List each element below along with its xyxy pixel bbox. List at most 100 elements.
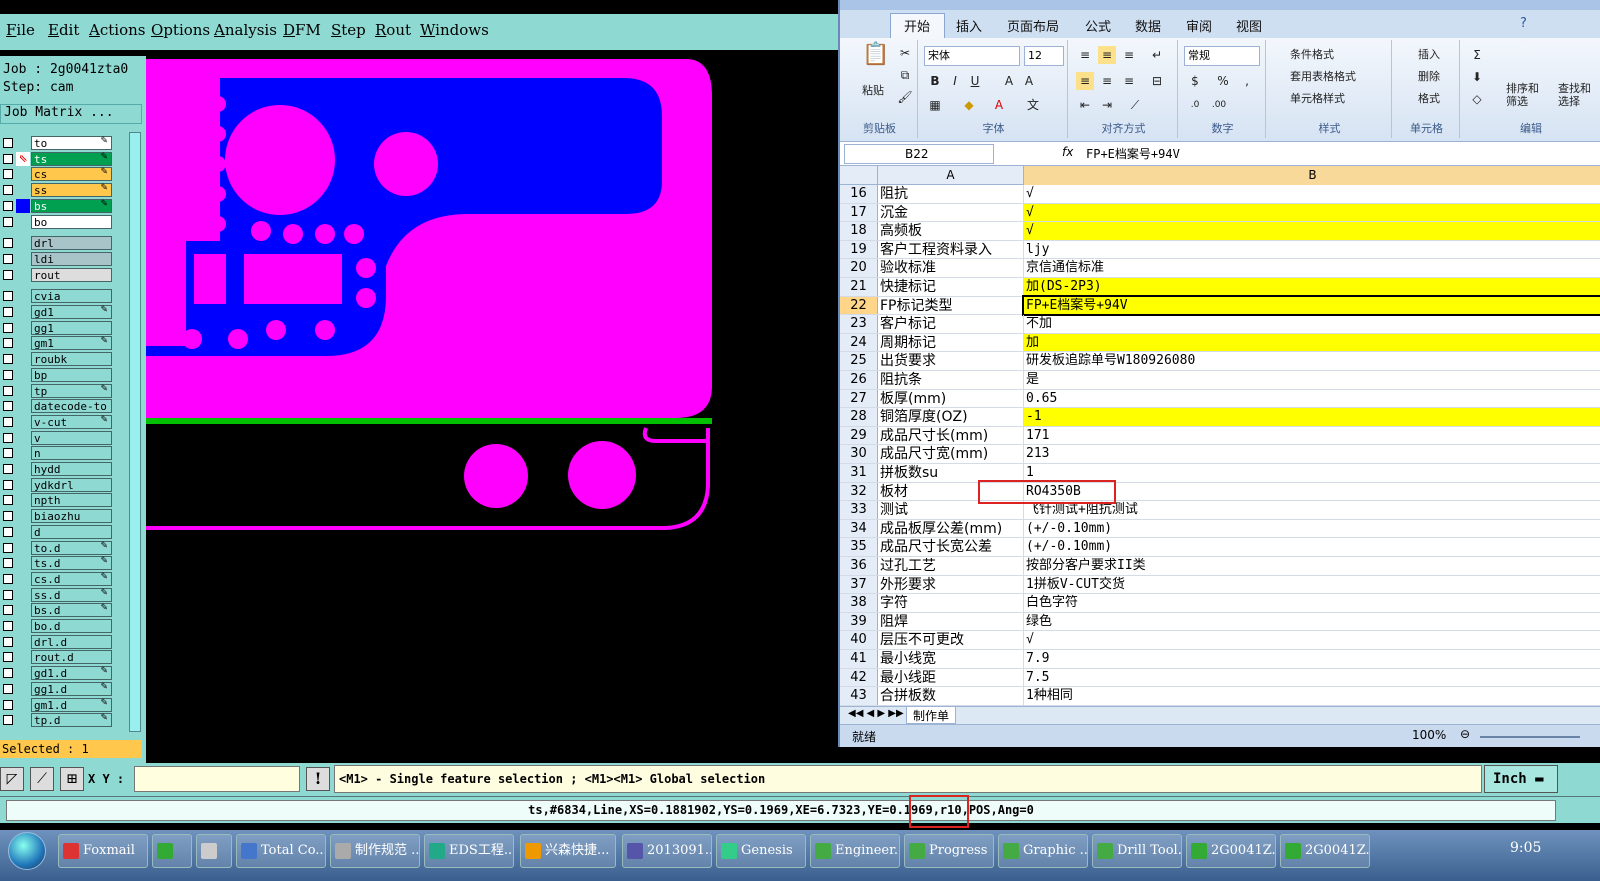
layer-checkbox[interactable] bbox=[3, 636, 13, 647]
underline-icon[interactable]: U bbox=[966, 72, 984, 90]
layer-checkbox[interactable] bbox=[3, 369, 13, 380]
cell-a[interactable]: 拼板数su bbox=[878, 464, 1024, 482]
row-number[interactable]: 37 bbox=[840, 575, 878, 594]
row-number[interactable]: 27 bbox=[840, 389, 878, 408]
paste-icon[interactable]: 📋 bbox=[862, 44, 889, 76]
phonetic-icon[interactable]: 文 bbox=[1024, 96, 1042, 114]
layer-name[interactable]: ydkdrl bbox=[31, 477, 112, 492]
row-number[interactable]: 21 bbox=[840, 278, 878, 296]
layer-row[interactable]: gg1 bbox=[0, 320, 118, 335]
layer-checkbox[interactable] bbox=[3, 291, 13, 302]
fx-icon[interactable]: fx bbox=[1062, 145, 1073, 159]
layer-name[interactable]: bo.d bbox=[31, 619, 112, 633]
row-number[interactable]: 22 bbox=[840, 296, 878, 315]
layer-name[interactable]: gg1 bbox=[31, 320, 112, 335]
layer-checkbox[interactable] bbox=[3, 153, 13, 164]
layer-checkbox[interactable] bbox=[3, 238, 13, 249]
layer-row[interactable]: bo.d bbox=[0, 619, 118, 633]
layer-row[interactable]: npth bbox=[0, 493, 118, 508]
layer-checkbox[interactable] bbox=[3, 605, 13, 616]
taskbar-button[interactable]: 2013091... bbox=[622, 834, 712, 868]
layer-checkbox[interactable] bbox=[3, 558, 13, 569]
cell-a[interactable]: 快捷标记 bbox=[878, 278, 1024, 296]
layer-name[interactable]: ldi bbox=[31, 251, 112, 266]
sheet-nav-icon[interactable]: ◀◀ ◀ ▶ ▶▶ bbox=[848, 708, 904, 719]
row-number[interactable]: 23 bbox=[840, 315, 878, 333]
layer-row[interactable]: roubk bbox=[0, 352, 118, 367]
conditional-format-button[interactable]: 条件格式 bbox=[1290, 46, 1334, 62]
layer-checkbox[interactable] bbox=[3, 253, 13, 264]
copy-icon[interactable]: ⧉ bbox=[896, 66, 914, 84]
cell-a[interactable]: 字符 bbox=[878, 594, 1024, 612]
taskbar-button[interactable]: 2G0041Z... bbox=[1280, 834, 1370, 868]
taskbar-button[interactable]: 2G0041Z... bbox=[1186, 834, 1276, 868]
layer-checkbox[interactable] bbox=[3, 668, 13, 679]
cell-b[interactable]: 1种相同 bbox=[1024, 687, 1600, 705]
wrap-text-icon[interactable]: ↵ bbox=[1148, 46, 1166, 64]
row-number[interactable]: 25 bbox=[840, 352, 878, 370]
layer-row[interactable]: ss ✎ bbox=[0, 183, 118, 198]
unit-selector[interactable]: Inch ▬ bbox=[1484, 765, 1558, 793]
row-number[interactable]: 33 bbox=[840, 501, 878, 519]
align-top-icon[interactable]: ≡ bbox=[1076, 46, 1094, 64]
layer-row[interactable]: rout bbox=[0, 267, 118, 282]
row-number[interactable]: 41 bbox=[840, 650, 878, 668]
insert-cells-button[interactable]: 插入 bbox=[1418, 46, 1440, 62]
layer-checkbox[interactable] bbox=[3, 511, 13, 522]
layer-row[interactable]: rout.d bbox=[0, 650, 118, 665]
row-number[interactable]: 43 bbox=[840, 687, 878, 705]
increase-decimal-icon[interactable]: .0 bbox=[1186, 96, 1204, 114]
layer-checkbox[interactable] bbox=[3, 699, 13, 710]
layer-name[interactable]: roubk bbox=[31, 352, 112, 367]
row-number[interactable]: 18 bbox=[840, 222, 878, 240]
layer-name[interactable]: d bbox=[31, 524, 112, 539]
measure-tool-icon[interactable]: ⟋ bbox=[30, 767, 54, 791]
taskbar-button[interactable]: Genesis bbox=[716, 834, 806, 868]
row-number[interactable]: 34 bbox=[840, 519, 878, 538]
cell-a[interactable]: 成品尺寸宽(mm) bbox=[878, 445, 1024, 463]
cell-a[interactable]: 阻抗 bbox=[878, 185, 1024, 203]
cell-a[interactable]: FP标记类型 bbox=[878, 296, 1024, 315]
cell-a[interactable]: 过孔工艺 bbox=[878, 557, 1024, 575]
layer-checkbox[interactable] bbox=[3, 338, 13, 349]
job-matrix-button[interactable]: Job Matrix ... bbox=[0, 104, 142, 124]
find-select-button[interactable]: 查找和选择 bbox=[1558, 82, 1598, 108]
tab-formulas[interactable]: 公式 bbox=[1085, 16, 1111, 35]
menu-rout[interactable]: Rout bbox=[375, 21, 411, 39]
cell-b[interactable]: 京信通信标准 bbox=[1024, 259, 1600, 277]
layer-row[interactable]: v bbox=[0, 430, 118, 445]
layer-checkbox[interactable] bbox=[3, 526, 13, 537]
shrink-font-icon[interactable]: A bbox=[1020, 72, 1038, 90]
cell-b[interactable]: 绿色 bbox=[1024, 613, 1600, 631]
bold-icon[interactable]: B bbox=[926, 72, 944, 90]
layer-row[interactable]: ts.d ✎ bbox=[0, 556, 118, 571]
name-box[interactable]: B22 bbox=[844, 144, 994, 164]
layer-row[interactable]: n bbox=[0, 446, 118, 461]
cell-a[interactable]: 沉金 bbox=[878, 203, 1024, 222]
layer-name[interactable]: n bbox=[31, 446, 112, 461]
cell-b[interactable]: 7.9 bbox=[1024, 650, 1600, 668]
sheet-tab[interactable]: 制作单 bbox=[906, 707, 957, 724]
percent-icon[interactable]: % bbox=[1214, 72, 1232, 90]
menu-dfm[interactable]: DFM bbox=[283, 21, 321, 39]
taskbar-button[interactable]: Drill Tool... bbox=[1092, 834, 1182, 868]
layer-row[interactable]: bs ✎ bbox=[0, 198, 118, 213]
row-number[interactable]: 31 bbox=[840, 464, 878, 482]
layer-name[interactable]: rout.d bbox=[31, 650, 112, 665]
layer-row[interactable]: cs ✎ bbox=[0, 167, 118, 182]
layer-checkbox[interactable] bbox=[3, 322, 13, 333]
layer-row[interactable]: bs.d ✎ bbox=[0, 603, 118, 618]
taskbar-button[interactable]: Total Co... bbox=[236, 834, 326, 868]
row-number[interactable]: 28 bbox=[840, 408, 878, 426]
layer-checkbox[interactable] bbox=[3, 354, 13, 365]
cell-a[interactable]: 合拼板数 bbox=[878, 687, 1024, 705]
cell-a[interactable]: 最小线距 bbox=[878, 668, 1024, 687]
layer-row[interactable]: to ✎ bbox=[0, 136, 118, 150]
layer-name[interactable]: hydd bbox=[31, 462, 112, 476]
layer-name[interactable]: biaozhu bbox=[31, 509, 112, 524]
number-format-select[interactable]: 常规 bbox=[1184, 46, 1260, 66]
layer-row[interactable]: ⇖ ts ✎ bbox=[0, 151, 118, 166]
cell-b[interactable]: FP+E档案号+94V bbox=[1022, 294, 1600, 317]
cell-style-button[interactable]: 单元格样式 bbox=[1290, 90, 1345, 106]
zoom-tool-icon[interactable]: ◸ bbox=[0, 767, 24, 791]
